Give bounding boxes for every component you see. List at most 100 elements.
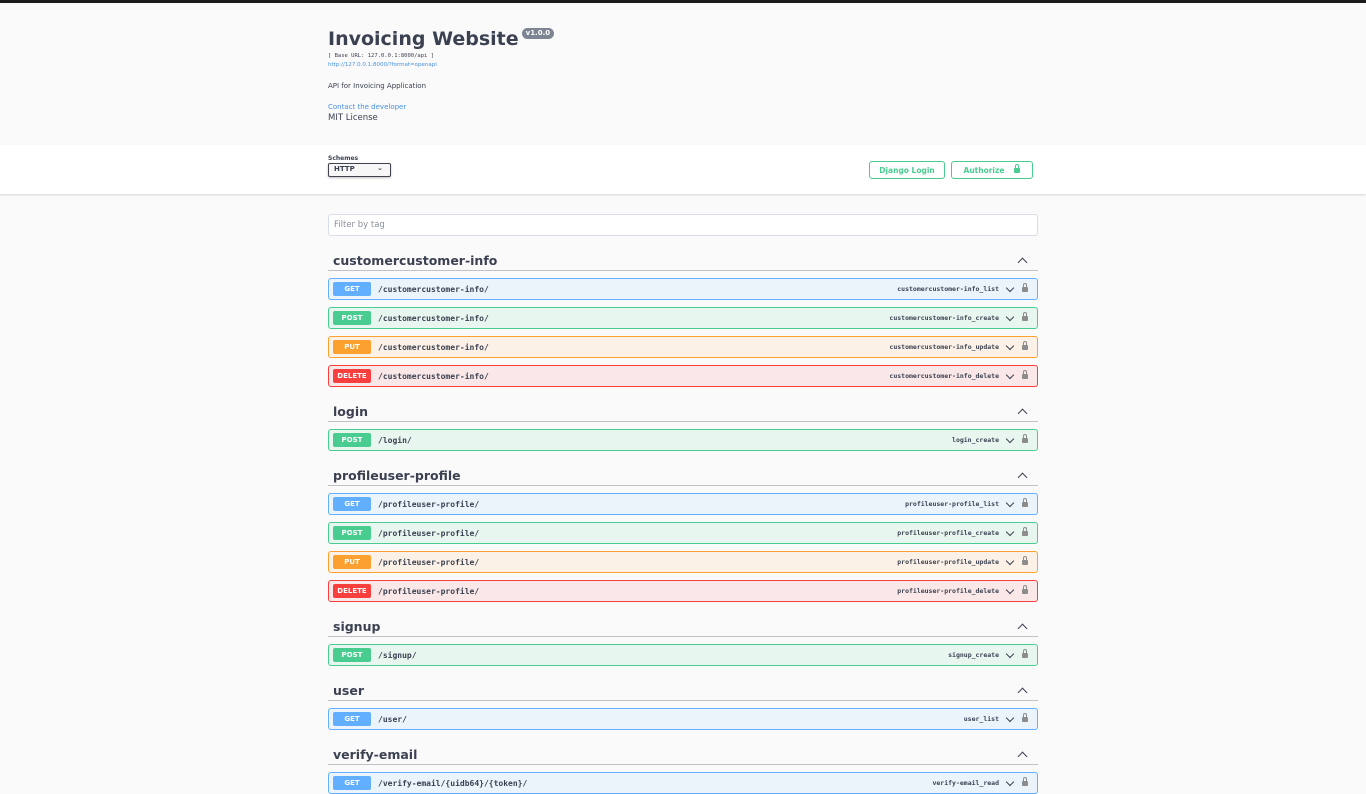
lock-icon[interactable] bbox=[1022, 283, 1028, 292]
operation-get[interactable]: GET /customercustomer-info/ customercust… bbox=[328, 278, 1038, 300]
tag-section: profileuser-profile GET /profileuser-pro… bbox=[328, 465, 1038, 602]
method-badge: GET bbox=[333, 497, 371, 511]
method-badge: POST bbox=[333, 311, 371, 325]
method-badge: GET bbox=[333, 776, 371, 790]
tag-header[interactable]: customercustomer-info bbox=[328, 250, 1038, 271]
operation-post[interactable]: POST /signup/ signup_create bbox=[328, 644, 1038, 666]
operation-id: profileuser-profile_update bbox=[897, 558, 999, 566]
chevron-down-icon[interactable] bbox=[1005, 556, 1015, 566]
method-badge: POST bbox=[333, 648, 371, 662]
tag-name: signup bbox=[333, 618, 381, 634]
chevron-up-icon[interactable] bbox=[1017, 623, 1028, 633]
operation-get[interactable]: GET /user/ user_list bbox=[328, 708, 1038, 730]
chevron-down-icon[interactable] bbox=[1005, 370, 1015, 380]
lock-icon[interactable] bbox=[1022, 585, 1028, 594]
chevron-down-icon[interactable] bbox=[1005, 312, 1015, 322]
chevron-up-icon[interactable] bbox=[1017, 257, 1028, 267]
django-login-button[interactable]: Django Login bbox=[869, 161, 945, 179]
tag-header[interactable]: user bbox=[328, 680, 1038, 701]
operation-id: customercustomer-info_update bbox=[889, 343, 999, 351]
tag-header[interactable]: signup bbox=[328, 616, 1038, 637]
operation-put[interactable]: PUT /profileuser-profile/ profileuser-pr… bbox=[328, 551, 1038, 573]
api-title: Invoicing Website bbox=[328, 28, 519, 50]
operation-id: verify-email_read bbox=[932, 779, 999, 787]
method-badge: PUT bbox=[333, 555, 371, 569]
base-url: [ Base URL: 127.0.0.1:8000/api ] bbox=[328, 53, 434, 59]
lock-icon[interactable] bbox=[1022, 777, 1028, 786]
operation-get[interactable]: GET /profileuser-profile/ profileuser-pr… bbox=[328, 493, 1038, 515]
chevron-up-icon[interactable] bbox=[1017, 408, 1028, 418]
tag-name: login bbox=[333, 403, 369, 419]
spec-link[interactable]: http://127.0.0.1:8000/?format=openapi bbox=[328, 62, 1038, 68]
tag-section: login POST /login/ login_create bbox=[328, 401, 1038, 451]
chevron-up-icon[interactable] bbox=[1017, 751, 1028, 761]
chevron-down-icon[interactable] bbox=[1005, 649, 1015, 659]
chevron-up-icon[interactable] bbox=[1017, 687, 1028, 697]
chevron-down-icon[interactable] bbox=[1005, 283, 1015, 293]
method-badge: DELETE bbox=[333, 369, 371, 383]
operation-path: /login/ bbox=[378, 435, 412, 445]
method-badge: POST bbox=[333, 433, 371, 447]
operation-path: /signup/ bbox=[378, 650, 417, 660]
operation-post[interactable]: POST /customercustomer-info/ customercus… bbox=[328, 307, 1038, 329]
lock-icon[interactable] bbox=[1022, 341, 1028, 350]
chevron-down-icon[interactable] bbox=[1005, 527, 1015, 537]
operation-get[interactable]: GET /verify-email/{uidb64}/{token}/ veri… bbox=[328, 772, 1038, 794]
tag-name: customercustomer-info bbox=[333, 252, 498, 268]
lock-icon[interactable] bbox=[1022, 649, 1028, 658]
operation-path: /profileuser-profile/ bbox=[378, 499, 480, 509]
operation-id: profileuser-profile_delete bbox=[897, 587, 999, 595]
operation-post[interactable]: POST /profileuser-profile/ profileuser-p… bbox=[328, 522, 1038, 544]
chevron-down-icon[interactable] bbox=[1005, 713, 1015, 723]
operation-id: customercustomer-info_delete bbox=[889, 372, 999, 380]
operation-path: /profileuser-profile/ bbox=[378, 586, 480, 596]
filter-input[interactable]: Filter by tag bbox=[328, 214, 1038, 236]
operation-id: customercustomer-info_create bbox=[889, 314, 999, 322]
scheme-container: Schemes HTTP ⌄ Django Login Authorize bbox=[0, 145, 1366, 194]
operations-container: Filter by tag customercustomer-info GET … bbox=[328, 214, 1038, 794]
lock-icon[interactable] bbox=[1022, 312, 1028, 321]
operation-path: /profileuser-profile/ bbox=[378, 557, 480, 567]
tag-header[interactable]: profileuser-profile bbox=[328, 465, 1038, 486]
tag-name: profileuser-profile bbox=[333, 467, 461, 483]
license-text: MIT License bbox=[328, 113, 378, 123]
lock-icon[interactable] bbox=[1022, 370, 1028, 379]
tag-section: user GET /user/ user_list bbox=[328, 680, 1038, 730]
tag-name: user bbox=[333, 682, 364, 698]
operation-put[interactable]: PUT /customercustomer-info/ customercust… bbox=[328, 336, 1038, 358]
unlock-icon bbox=[1014, 163, 1021, 173]
chevron-down-icon: ⌄ bbox=[377, 164, 383, 172]
operation-delete[interactable]: DELETE /customercustomer-info/ customerc… bbox=[328, 365, 1038, 387]
chevron-down-icon[interactable] bbox=[1005, 585, 1015, 595]
chevron-down-icon[interactable] bbox=[1005, 434, 1015, 444]
lock-icon[interactable] bbox=[1022, 713, 1028, 722]
lock-icon[interactable] bbox=[1022, 556, 1028, 565]
tag-section: signup POST /signup/ signup_create bbox=[328, 616, 1038, 666]
authorize-button[interactable]: Authorize bbox=[951, 161, 1033, 179]
operation-delete[interactable]: DELETE /profileuser-profile/ profileuser… bbox=[328, 580, 1038, 602]
operation-post[interactable]: POST /login/ login_create bbox=[328, 429, 1038, 451]
lock-icon[interactable] bbox=[1022, 527, 1028, 536]
operation-id: login_create bbox=[952, 436, 999, 444]
operation-path: /customercustomer-info/ bbox=[378, 313, 489, 323]
operation-path: /customercustomer-info/ bbox=[378, 371, 489, 381]
operation-id: profileuser-profile_create bbox=[897, 529, 999, 537]
chevron-down-icon[interactable] bbox=[1005, 777, 1015, 787]
api-info: Invoicing Website v1.0.0 [ Base URL: 127… bbox=[328, 3, 1038, 123]
contact-link[interactable]: Contact the developer bbox=[328, 103, 1038, 111]
chevron-down-icon[interactable] bbox=[1005, 341, 1015, 351]
tag-header[interactable]: verify-email bbox=[328, 744, 1038, 765]
lock-icon[interactable] bbox=[1022, 498, 1028, 507]
schemes-label: Schemes bbox=[328, 155, 359, 162]
operation-path: /verify-email/{uidb64}/{token}/ bbox=[378, 778, 528, 788]
tag-header[interactable]: login bbox=[328, 401, 1038, 422]
operation-path: /customercustomer-info/ bbox=[378, 284, 489, 294]
tag-section: verify-email GET /verify-email/{uidb64}/… bbox=[328, 744, 1038, 794]
chevron-up-icon[interactable] bbox=[1017, 472, 1028, 482]
lock-icon[interactable] bbox=[1022, 434, 1028, 443]
chevron-down-icon[interactable] bbox=[1005, 498, 1015, 508]
method-badge: POST bbox=[333, 526, 371, 540]
scheme-selected: HTTP bbox=[334, 165, 355, 173]
scheme-select[interactable]: HTTP ⌄ bbox=[328, 163, 391, 177]
operation-id: signup_create bbox=[948, 651, 999, 659]
